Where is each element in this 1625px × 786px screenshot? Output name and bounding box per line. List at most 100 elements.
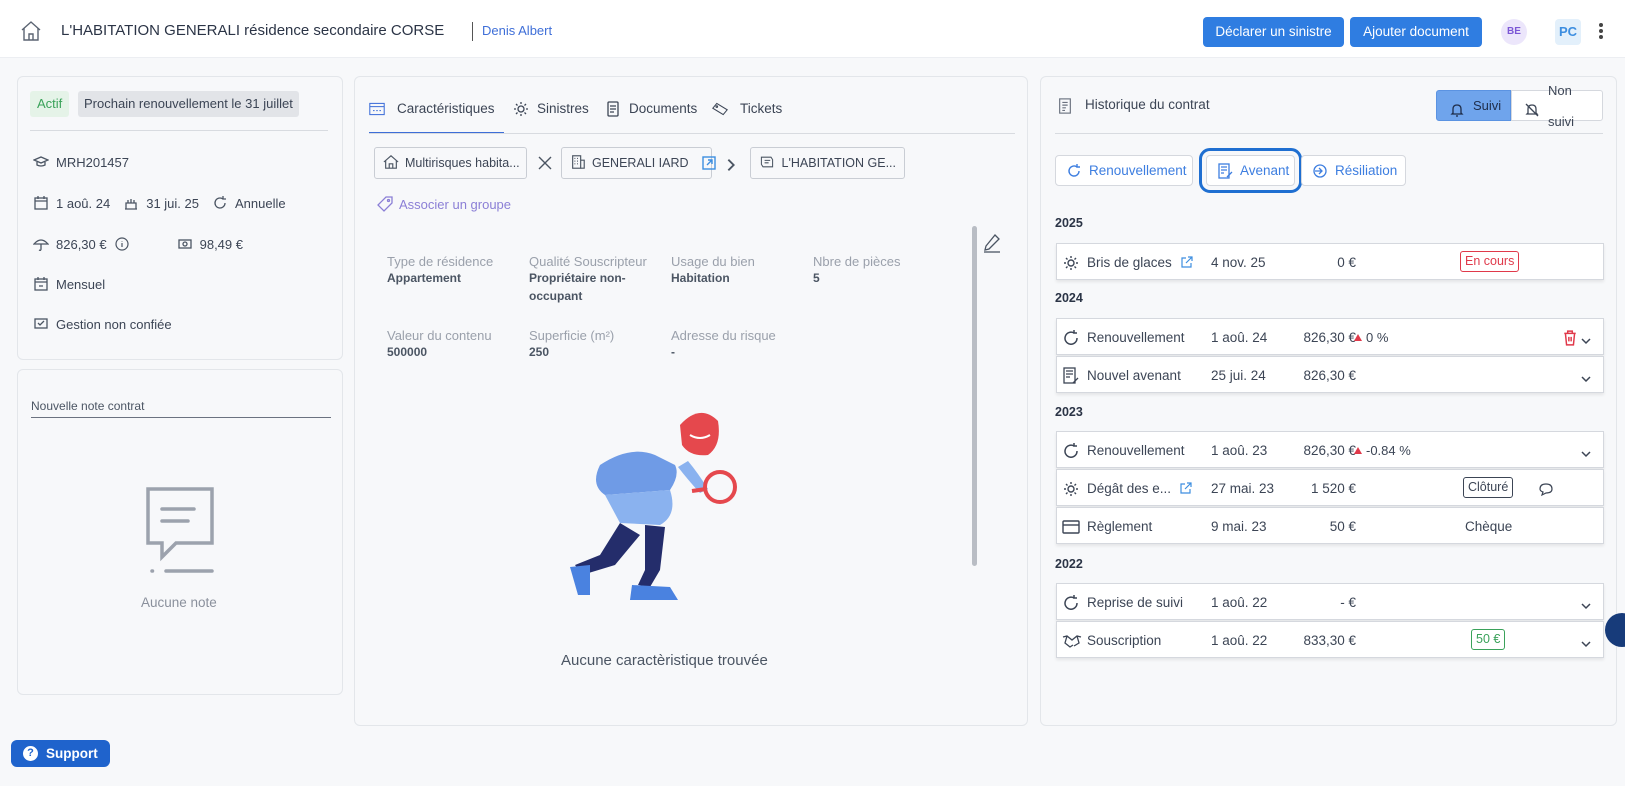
history-row[interactable]: Règlement 9 mai. 23 50 € Chèque bbox=[1056, 507, 1604, 544]
unfollow-label: Non suivi bbox=[1548, 82, 1575, 129]
status-badge: En cours bbox=[1460, 251, 1520, 272]
follow-toggle[interactable]: Suivi bbox=[1436, 90, 1511, 121]
contract-icon bbox=[759, 154, 776, 172]
row-amount: 0 € bbox=[1337, 255, 1356, 270]
gear-icon bbox=[513, 101, 529, 117]
info-icon[interactable] bbox=[114, 236, 130, 252]
history-row[interactable]: Nouvel avenant 25 jui. 24 826,30 € bbox=[1056, 356, 1604, 393]
field-label: Type de résidence bbox=[387, 254, 494, 269]
row-label: Reprise de suivi bbox=[1087, 595, 1184, 610]
field-value: Appartement bbox=[387, 271, 462, 285]
history-row[interactable]: Renouvellement 1 aoû. 23 826,30 € -0.84 … bbox=[1056, 431, 1604, 468]
tab-label: Tickets bbox=[740, 101, 783, 116]
contract-chip-label: L'HABITATION GE... bbox=[781, 156, 896, 170]
row-label: Nouvel avenant bbox=[1087, 368, 1181, 383]
premium-value: 826,30 € bbox=[56, 236, 107, 252]
field-value: - bbox=[671, 345, 675, 359]
renewal-badge: Prochain renouvellement le 31 juillet bbox=[78, 91, 299, 117]
edit-icon[interactable] bbox=[983, 233, 1001, 253]
amendment-filter-button[interactable]: Avenant bbox=[1199, 148, 1302, 193]
add-document-button[interactable]: Ajouter document bbox=[1350, 17, 1482, 47]
calendar-icon bbox=[33, 276, 49, 292]
termination-filter-button[interactable]: Résiliation bbox=[1301, 155, 1406, 186]
tab-label: Sinistres bbox=[537, 101, 589, 116]
avatar[interactable]: BE bbox=[1501, 19, 1527, 45]
home-icon bbox=[383, 154, 399, 172]
tab-documents[interactable]: Documents bbox=[605, 101, 697, 134]
product-chip-label: Multirisques habita... bbox=[405, 156, 520, 170]
tab-claims[interactable]: Sinistres bbox=[513, 101, 589, 134]
history-icon bbox=[1057, 98, 1073, 116]
payment-frequency: Mensuel bbox=[33, 276, 105, 292]
contract-chip[interactable]: L'HABITATION GE... bbox=[750, 147, 905, 179]
premium-info: 826,30 € 98,49 € bbox=[32, 236, 243, 252]
chevron-down-icon[interactable] bbox=[1581, 598, 1591, 610]
divider bbox=[1055, 133, 1603, 134]
row-change: -0.84 % bbox=[1366, 443, 1411, 458]
external-link-icon[interactable] bbox=[1181, 256, 1193, 268]
row-amount: 826,30 € bbox=[1303, 330, 1356, 345]
handshake-icon bbox=[33, 316, 49, 332]
gear-icon bbox=[1062, 480, 1080, 498]
product-chip[interactable]: Multirisques habita... bbox=[374, 147, 527, 179]
field-value: 250 bbox=[529, 345, 550, 359]
new-note-input[interactable] bbox=[31, 394, 331, 418]
chevron-down-icon[interactable] bbox=[1581, 371, 1591, 383]
more-menu-icon[interactable] bbox=[1598, 22, 1604, 40]
history-row[interactable]: Dégât des e... 27 mai. 23 1 520 € Clôtur… bbox=[1056, 469, 1604, 506]
insurer-chip-label: GENERALI IARD bbox=[592, 156, 689, 170]
home-icon[interactable] bbox=[20, 20, 42, 42]
row-label: Bris de glaces bbox=[1087, 255, 1193, 270]
amendment-icon bbox=[1062, 367, 1080, 385]
history-title: Historique du contrat bbox=[1085, 97, 1210, 112]
comment-icon[interactable] bbox=[1538, 481, 1554, 497]
tab-tickets[interactable]: Tickets bbox=[712, 101, 782, 134]
empty-notes-text: Aucune note bbox=[141, 595, 217, 610]
row-amount: 826,30 € bbox=[1303, 368, 1356, 383]
scrollbar[interactable] bbox=[972, 226, 977, 566]
row-date: 1 aoû. 23 bbox=[1211, 443, 1268, 458]
row-date: 27 mai. 23 bbox=[1211, 481, 1275, 496]
fees-icon bbox=[177, 236, 193, 252]
declare-claim-button[interactable]: Déclarer un sinistre bbox=[1203, 17, 1344, 47]
row-label: Renouvellement bbox=[1087, 330, 1185, 345]
row-date: 1 aoû. 22 bbox=[1211, 595, 1268, 610]
history-row[interactable]: Reprise de suivi 1 aoû. 22 - € bbox=[1056, 583, 1604, 620]
empty-characteristics-text: Aucune caractèristique trouvée bbox=[561, 652, 768, 669]
avatar[interactable]: PC bbox=[1555, 19, 1581, 45]
chevron-down-icon[interactable] bbox=[1581, 636, 1591, 648]
chevron-down-icon[interactable] bbox=[1581, 333, 1591, 345]
external-link-icon[interactable] bbox=[701, 155, 717, 171]
history-row[interactable]: Bris de glaces 4 nov. 25 0 € En cours bbox=[1056, 243, 1604, 280]
end-date-icon bbox=[123, 195, 139, 211]
unfollow-toggle[interactable]: Non suivi bbox=[1511, 83, 1603, 129]
tag-icon bbox=[377, 196, 393, 212]
external-link-icon[interactable] bbox=[1180, 482, 1192, 494]
management-info: Gestion non confiée bbox=[33, 316, 172, 332]
tab-label: Documents bbox=[629, 101, 698, 116]
client-link[interactable]: Denis Albert bbox=[482, 23, 552, 38]
field-label: Usage du bien bbox=[671, 254, 755, 269]
row-change: 0 % bbox=[1366, 330, 1389, 345]
row-amount: 826,30 € bbox=[1303, 443, 1356, 458]
trash-icon[interactable] bbox=[1562, 330, 1576, 346]
associate-group-link[interactable]: Associer un groupe bbox=[377, 196, 511, 212]
history-row[interactable]: Souscription 1 aoû. 22 833,30 € 50 € bbox=[1056, 621, 1604, 658]
document-icon bbox=[605, 101, 621, 117]
insurer-chip[interactable]: GENERALI IARD bbox=[561, 147, 716, 179]
contract-number-value: MRH201457 bbox=[56, 154, 129, 170]
tab-characteristics[interactable]: Caractéristiques bbox=[369, 101, 504, 134]
field-label: Nbre de pièces bbox=[813, 254, 901, 269]
field-label: Qualité Souscripteur bbox=[529, 254, 647, 269]
chevron-down-icon[interactable] bbox=[1581, 446, 1591, 458]
status-badge: Actif bbox=[30, 91, 70, 117]
close-icon[interactable] bbox=[537, 155, 553, 171]
increase-arrow-icon bbox=[1354, 447, 1362, 454]
history-row[interactable]: Renouvellement 1 aoû. 24 826,30 € 0 % bbox=[1056, 318, 1604, 355]
field-label: Superficie (m²) bbox=[529, 328, 615, 343]
row-date: 25 jui. 24 bbox=[1211, 368, 1266, 383]
renewal-filter-button[interactable]: Renouvellement bbox=[1055, 155, 1193, 186]
empty-note-icon bbox=[140, 485, 220, 577]
bell-icon bbox=[1449, 98, 1465, 117]
support-button[interactable]: ? Support bbox=[11, 740, 110, 767]
